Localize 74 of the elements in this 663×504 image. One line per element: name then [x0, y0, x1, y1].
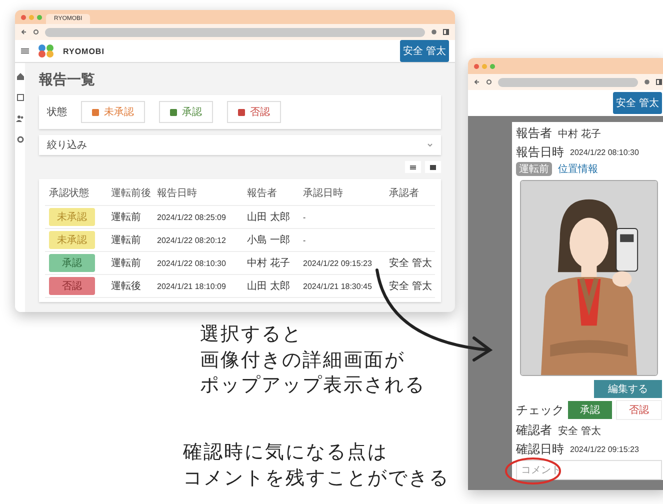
- table-cell: -: [303, 212, 306, 222]
- checkbox[interactable]: [238, 108, 245, 116]
- column-header: 承認状態: [45, 181, 107, 206]
- table-cell: 小島 一郎: [247, 235, 290, 246]
- edit-button[interactable]: 編集する: [594, 380, 662, 398]
- table-cell: 運転前: [111, 258, 141, 269]
- table-cell: 2024/1/21 18:10:09: [157, 282, 226, 290]
- column-header: 承認日時: [299, 181, 385, 206]
- settings-icon[interactable]: [16, 136, 24, 143]
- checkbox[interactable]: [92, 108, 99, 116]
- user-button[interactable]: 安全 管太: [612, 92, 662, 114]
- reload-icon[interactable]: [33, 29, 39, 35]
- page-title: 報告一覧: [39, 71, 96, 89]
- app-name: RYOMOBI: [63, 46, 106, 56]
- table-cell: 安全 管太: [389, 281, 432, 292]
- table-cell: 2024/1/22 08:20:12: [157, 236, 226, 244]
- table-cell: 2024/1/22 08:10:30: [157, 258, 226, 268]
- checkbox[interactable]: [170, 108, 177, 116]
- annotation-text: 確認時に気になる点は コメントを残すことができる: [183, 440, 450, 491]
- column-header: 運転前後: [107, 181, 153, 206]
- menu-icon[interactable]: [21, 48, 29, 54]
- annotation-text: 選択すると 画像付きの詳細画面が ポップアップ表示される: [200, 322, 426, 398]
- status-chip[interactable]: 否認: [227, 101, 281, 123]
- table-cell: 山田 太郎: [247, 212, 290, 223]
- table-cell: 運転後: [111, 281, 141, 292]
- approve-button[interactable]: 承認: [568, 401, 612, 419]
- comment-field[interactable]: コメント: [516, 460, 662, 480]
- status-badge: 承認: [49, 254, 95, 272]
- status-badge: 未承認: [49, 208, 95, 226]
- location-link[interactable]: 位置情報: [558, 162, 598, 176]
- table-cell: 2024/1/22 08:25:09: [157, 212, 226, 222]
- field-label: チェック: [516, 402, 564, 418]
- filter-panel-title: 絞り込み: [47, 138, 87, 152]
- chevron-icon[interactable]: [427, 142, 433, 148]
- grid-view-icon[interactable]: [425, 161, 441, 173]
- status-badge: 未承認: [49, 231, 95, 249]
- field-label: 確認日時: [516, 441, 564, 458]
- table-cell: 2024/1/22 09:15:23: [303, 258, 372, 268]
- column-header: 報告者: [243, 181, 299, 206]
- reject-button[interactable]: 否認: [616, 400, 662, 420]
- user-button[interactable]: 安全 管太: [400, 40, 449, 62]
- document-icon[interactable]: [16, 94, 24, 101]
- reload-icon[interactable]: [486, 79, 492, 85]
- users-icon[interactable]: [16, 115, 24, 122]
- field-label: 報告者: [516, 125, 552, 142]
- field-value: 安全 管太: [558, 424, 602, 438]
- back-icon[interactable]: [21, 29, 27, 35]
- field-label: 確認者: [516, 422, 552, 439]
- list-view-icon[interactable]: [405, 161, 421, 173]
- column-header: 報告日時: [153, 181, 243, 206]
- table-cell: 山田 太郎: [247, 281, 290, 292]
- table-cell: 安全 管太: [389, 258, 432, 269]
- highlight-circle: [505, 458, 561, 484]
- table-cell: 中村 花子: [247, 258, 290, 269]
- home-icon[interactable]: [16, 73, 24, 80]
- back-icon[interactable]: [474, 79, 480, 85]
- table-cell: 2024/1/21 18:30:45: [303, 282, 372, 290]
- table-cell: 運転前: [111, 212, 141, 223]
- sidebar-icon[interactable]: [656, 79, 662, 85]
- field-value: 2024/1/22 09:15:23: [570, 445, 639, 454]
- table-cell: -: [303, 236, 306, 244]
- status-chip[interactable]: 承認: [159, 101, 213, 123]
- sidebar-icon[interactable]: [443, 29, 449, 35]
- column-header: 承認者: [385, 181, 435, 206]
- logo-icon: [37, 43, 55, 59]
- filter-panel[interactable]: 絞り込み: [39, 135, 441, 155]
- status-chip[interactable]: 未承認: [81, 101, 145, 123]
- field-value: 中村 花子: [558, 128, 602, 140]
- field-value: 2024/1/22 08:10:30: [570, 148, 639, 157]
- field-label: 報告日時: [516, 144, 564, 161]
- table-cell: 運転前: [111, 235, 141, 246]
- phase-badge: 運転前: [516, 162, 552, 176]
- filter-label: 状態: [47, 106, 67, 119]
- status-badge: 否認: [49, 277, 95, 295]
